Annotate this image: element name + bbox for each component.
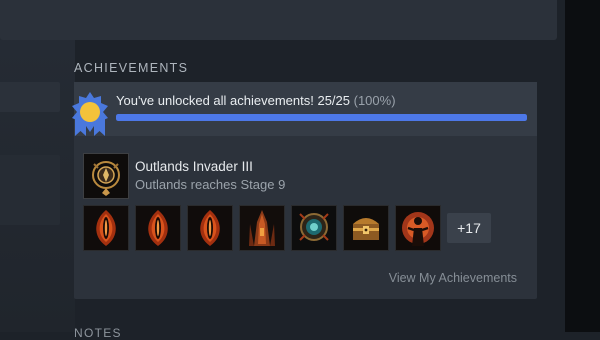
achievement-icon-flame-eye[interactable] (135, 205, 181, 251)
recent-achievement-name: Outlands Invader III (135, 159, 253, 174)
progress-text: You've unlocked all achievements! 25/25 … (116, 93, 396, 108)
more-achievements-button[interactable]: +17 (447, 213, 491, 243)
achievements-panel: You've unlocked all achievements! 25/25 … (72, 82, 537, 299)
flame-eye-icon (84, 206, 128, 250)
dark-silhouette-icon (396, 206, 440, 250)
treasure-chest-icon (344, 206, 388, 250)
flame-eye-icon (188, 206, 232, 250)
view-my-achievements-link[interactable]: View My Achievements (389, 271, 517, 285)
spired-tower-icon (240, 206, 284, 250)
left-sidebar-background (0, 0, 75, 332)
left-sidebar-card (0, 155, 60, 225)
achievement-icon-spired-tower[interactable] (239, 205, 285, 251)
achievement-progress-row: You've unlocked all achievements! 25/25 … (72, 82, 537, 136)
window-edge (565, 0, 600, 332)
progress-bar-fill (116, 114, 527, 121)
recent-achievement-description: Outlands reaches Stage 9 (135, 177, 286, 192)
achievement-icon-flame-eye[interactable] (187, 205, 233, 251)
recent-achievement-icon[interactable] (83, 153, 129, 199)
notes-section-title: NOTES (74, 326, 122, 340)
achievement-icon-treasure-chest[interactable] (343, 205, 389, 251)
achievement-icon-flame-eye[interactable] (83, 205, 129, 251)
progress-percent: (100%) (353, 93, 396, 108)
left-sidebar-card (0, 82, 60, 112)
teal-gem-icon (292, 206, 336, 250)
achievement-icon-dark-silhouette[interactable] (395, 205, 441, 251)
achievement-icon-teal-gem[interactable] (291, 205, 337, 251)
flame-eye-icon (136, 206, 180, 250)
progress-message: You've unlocked all achievements! 25/25 (116, 93, 350, 108)
ornate-gold-medallion-icon (84, 154, 128, 198)
section-title: ACHIEVEMENTS (74, 61, 189, 75)
award-ribbon-icon (72, 92, 108, 136)
progress-bar (116, 114, 527, 121)
previous-section-card (0, 0, 557, 40)
